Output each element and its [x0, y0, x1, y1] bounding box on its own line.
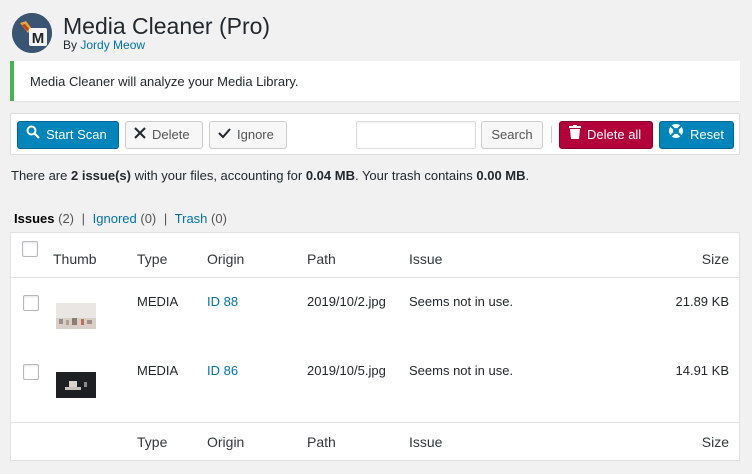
checkmark-icon: [218, 122, 231, 148]
search-icon: [26, 122, 40, 148]
issue-count: 2 issue(s): [70, 168, 131, 183]
filter-ignored[interactable]: Ignored: [93, 211, 137, 226]
start-scan-button[interactable]: Start Scan: [17, 121, 119, 149]
start-scan-label: Start Scan: [46, 127, 107, 142]
column-footer-origin[interactable]: Origin: [207, 434, 244, 450]
filter-trash-count: (0): [211, 211, 227, 226]
filter-ignored-count: (0): [140, 211, 157, 226]
delete-button[interactable]: Delete: [125, 121, 203, 149]
delete-all-button[interactable]: Delete all: [559, 121, 653, 149]
search-input[interactable]: [356, 121, 476, 149]
column-header-type[interactable]: Type: [137, 251, 167, 267]
notice-text: Media Cleaner will analyze your Media Li…: [30, 74, 299, 89]
column-footer-path[interactable]: Path: [307, 434, 336, 450]
search-button[interactable]: Search: [481, 121, 543, 149]
footer-divider: [11, 422, 739, 423]
byline-prefix: By: [63, 38, 78, 52]
author-byline: By Jordy Meow: [63, 38, 145, 52]
column-footer-type[interactable]: Type: [137, 434, 167, 450]
delete-all-label: Delete all: [587, 127, 642, 142]
column-header-size[interactable]: Size: [651, 251, 729, 267]
row-path: 2019/10/5.jpg: [307, 363, 386, 378]
action-toolbar: Start Scan Delete Ignore Search Delete a…: [10, 113, 740, 155]
plugin-logo: M: [12, 13, 52, 53]
plugin-header: M Media Cleaner (Pro) By Jordy Meow: [12, 12, 712, 54]
reset-label: Reset: [690, 127, 724, 142]
filter-issues[interactable]: Issues: [14, 211, 54, 226]
row-checkbox[interactable]: [23, 364, 39, 380]
scan-summary: There are 2 issue(s) with your files, ac…: [11, 168, 530, 183]
row-size: 21.89 KB: [675, 294, 730, 309]
row-issue: Seems not in use.: [409, 363, 514, 378]
info-notice: Media Cleaner will analyze your Media Li…: [10, 61, 740, 101]
trash-size: 0.00 MB: [476, 168, 526, 183]
author-link[interactable]: Jordy Meow: [80, 38, 145, 52]
status-filters: Issues (2) | Ignored (0) | Trash (0): [14, 211, 227, 226]
filter-issues-count: (2): [58, 211, 74, 226]
svg-text:M: M: [32, 30, 45, 47]
filter-separator: |: [163, 211, 168, 226]
select-all-checkbox[interactable]: [22, 241, 38, 257]
column-header-origin[interactable]: Origin: [207, 251, 244, 267]
filter-separator: |: [81, 211, 86, 226]
image-thumbnail[interactable]: [56, 303, 96, 329]
column-footer-issue[interactable]: Issue: [409, 434, 442, 450]
row-type: MEDIA: [137, 363, 179, 378]
lifebuoy-icon: [668, 122, 684, 148]
delete-label: Delete: [152, 127, 190, 142]
reset-button[interactable]: Reset: [659, 121, 734, 149]
issues-table: Thumb Type Origin Path Issue Size MEDIA …: [10, 232, 740, 461]
column-header-path[interactable]: Path: [307, 251, 336, 267]
column-header-thumb[interactable]: Thumb: [53, 251, 97, 267]
ignore-button[interactable]: Ignore: [209, 121, 287, 149]
close-icon: [134, 122, 146, 148]
header-divider: [11, 277, 739, 278]
column-footer-size[interactable]: Size: [651, 434, 729, 450]
issue-size: 0.04 MB: [305, 168, 355, 183]
page-title: Media Cleaner (Pro): [63, 13, 271, 39]
row-checkbox[interactable]: [23, 295, 39, 311]
column-header-issue[interactable]: Issue: [409, 251, 442, 267]
image-thumbnail[interactable]: [56, 372, 96, 398]
trash-icon: [569, 122, 581, 148]
row-size: 14.91 KB: [675, 363, 730, 378]
row-path: 2019/10/2.jpg: [307, 294, 386, 309]
row-issue: Seems not in use.: [409, 294, 514, 309]
search-label: Search: [491, 127, 533, 142]
ignore-label: Ignore: [237, 127, 274, 142]
row-origin-link[interactable]: ID 88: [207, 294, 238, 310]
filter-trash[interactable]: Trash: [175, 211, 208, 226]
row-origin-link[interactable]: ID 86: [207, 363, 238, 379]
row-type: MEDIA: [137, 294, 179, 309]
toolbar-divider: [551, 126, 552, 143]
logo-icon: M: [12, 13, 52, 53]
